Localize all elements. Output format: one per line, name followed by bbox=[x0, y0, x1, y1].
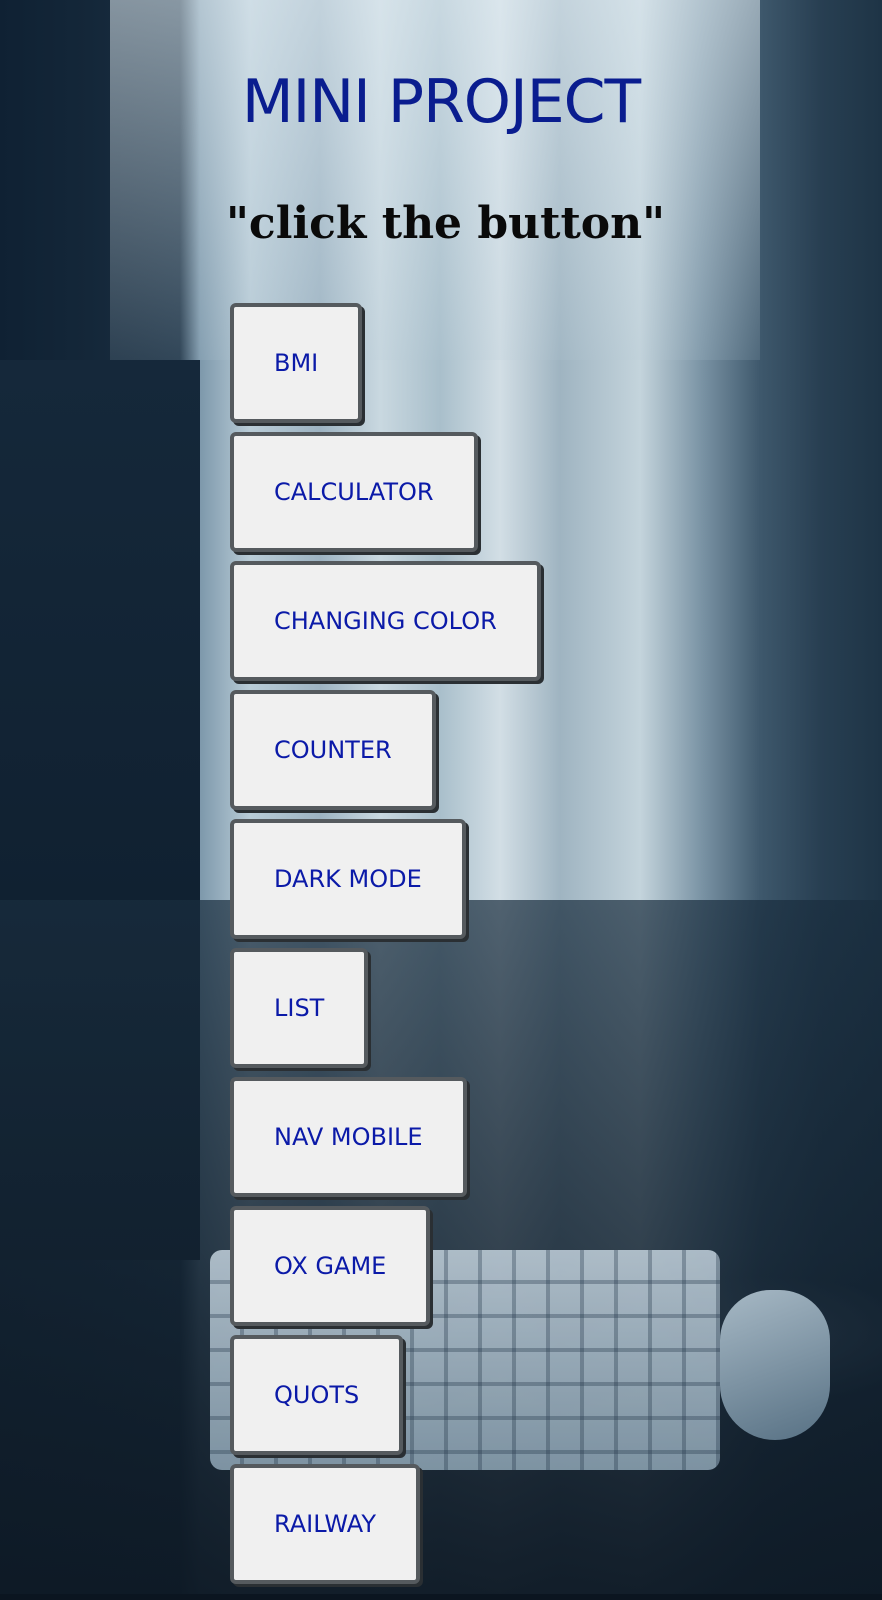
quots-button[interactable]: QUOTS bbox=[230, 1335, 404, 1455]
page-subtitle: "click the button" bbox=[226, 198, 666, 249]
counter-button[interactable]: COUNTER bbox=[230, 690, 436, 810]
list-button[interactable]: LIST bbox=[230, 948, 369, 1068]
project-button-list: BMI CALCULATOR CHANGING COLOR COUNTER DA… bbox=[230, 303, 541, 1593]
calculator-button[interactable]: CALCULATOR bbox=[230, 432, 478, 552]
railway-button[interactable]: RAILWAY bbox=[230, 1464, 420, 1584]
page-content: MINI PROJECT "click the button" BMI CALC… bbox=[0, 0, 882, 1600]
bmi-button[interactable]: BMI bbox=[230, 303, 363, 423]
changing-color-button[interactable]: CHANGING COLOR bbox=[230, 561, 541, 681]
ox-game-button[interactable]: OX GAME bbox=[230, 1206, 431, 1326]
dark-mode-button[interactable]: DARK MODE bbox=[230, 819, 466, 939]
nav-mobile-button[interactable]: NAV MOBILE bbox=[230, 1077, 467, 1197]
page-title: MINI PROJECT bbox=[241, 67, 641, 137]
